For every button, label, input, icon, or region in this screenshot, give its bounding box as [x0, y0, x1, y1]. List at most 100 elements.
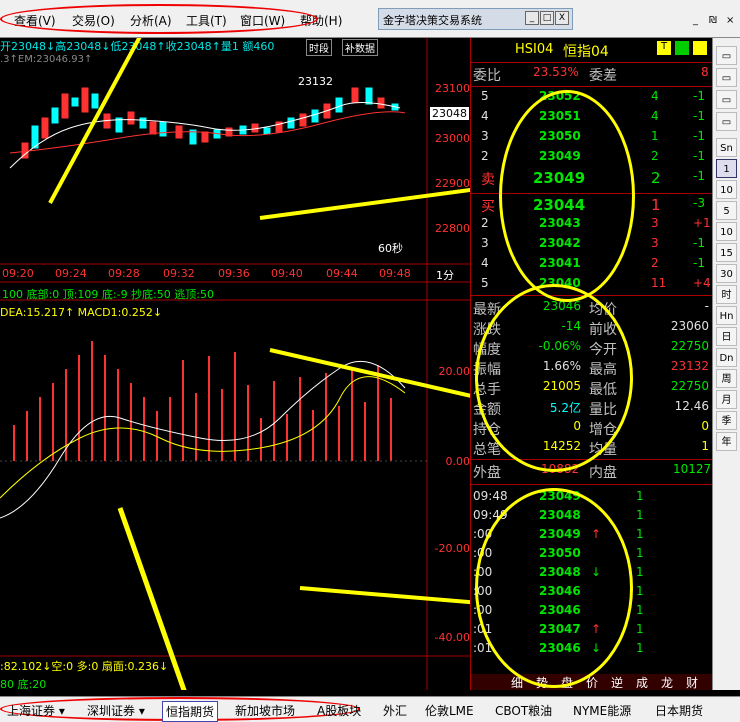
window-title-bar: 金字塔决策交易系统 _ □ X [378, 8, 573, 30]
updown-icon[interactable] [693, 41, 707, 55]
market-tab[interactable]: 伦敦LME [422, 701, 477, 720]
candle [61, 93, 69, 119]
stat-value: 1 [701, 439, 709, 453]
period-button[interactable]: 日 [716, 327, 737, 346]
order-change: +4 [693, 276, 711, 290]
candle [335, 97, 343, 113]
last-price-tag: 23048 [430, 107, 469, 120]
detail-tab[interactable]: 龙 [661, 674, 673, 691]
maximize-button[interactable]: □ [540, 11, 554, 25]
candle [299, 113, 307, 127]
market-tab[interactable]: 恒指期货 [162, 701, 219, 722]
period-button[interactable]: 季 [716, 411, 737, 430]
candle [263, 127, 271, 135]
stat-value: 22750 [670, 379, 709, 393]
market-tab[interactable]: 外汇 [380, 701, 410, 720]
market-tab[interactable]: 深圳证券 ▾ [84, 701, 148, 720]
time-tick: 09:40 [271, 267, 303, 280]
dea-line [0, 376, 406, 499]
detail-tab[interactable]: 财 [686, 674, 698, 691]
detail-tab[interactable]: 逆 [611, 674, 623, 691]
period-button[interactable]: 30 [716, 264, 737, 283]
candle [365, 87, 373, 105]
period-button[interactable]: 15 [716, 243, 737, 262]
symbol-code: HSI04 [515, 42, 554, 57]
order-level: 4 [481, 256, 489, 270]
candle [71, 97, 79, 107]
price-tick: 23000 [435, 132, 470, 145]
tick-volume: 1 [636, 584, 644, 598]
macd-tick: -20.00 [434, 542, 470, 555]
tick-volume: 1 [636, 489, 644, 503]
period-button[interactable]: 周 [716, 369, 737, 388]
chart-icon[interactable]: ▭ [716, 46, 737, 65]
period-box[interactable]: 1分 [436, 267, 454, 283]
chart-icon[interactable]: ▭ [716, 112, 737, 131]
order-level: 5 [481, 89, 489, 103]
window-title: 金字塔决策交易系统 [383, 14, 482, 27]
market-tab[interactable]: NYME能源 [570, 701, 634, 720]
chart-icon[interactable]: ▭ [716, 90, 737, 109]
main-restore-button[interactable]: ₪ [709, 15, 717, 26]
candle [251, 123, 259, 133]
order-volume: 11 [651, 276, 667, 290]
close-button[interactable]: X [555, 11, 569, 25]
order-volume: 3 [651, 236, 659, 250]
market-tab[interactable]: 日本期货 [652, 701, 706, 720]
tick-volume: 1 [636, 508, 644, 522]
lightning-icon[interactable] [675, 41, 689, 55]
tick-volume: 1 [636, 546, 644, 560]
weicha-label: 委差 [589, 68, 617, 84]
market-tab[interactable]: CBOT粮油 [492, 701, 555, 720]
market-tab[interactable]: 新加坡市场 [232, 701, 298, 720]
candle [91, 93, 99, 109]
macd-tick: 0.00 [445, 455, 471, 468]
weibi-label: 委比 [473, 68, 501, 84]
market-tab[interactable]: 上海证券 ▾ [4, 701, 68, 720]
period-button[interactable]: 5 [716, 201, 737, 220]
order-level: 买 [481, 199, 495, 215]
market-tab[interactable]: A股板块 [314, 701, 364, 720]
order-level: 2 [481, 216, 489, 230]
stat-value: 12.46 [674, 399, 709, 413]
order-volume: 2 [651, 149, 659, 163]
time-tick: 09:44 [326, 267, 358, 280]
main-close-button[interactable]: × [726, 15, 734, 26]
period-button[interactable]: Hn [716, 306, 737, 325]
order-change: -1 [693, 169, 705, 183]
time-tick: 09:28 [108, 267, 140, 280]
order-change: -1 [693, 89, 705, 103]
candle [127, 111, 135, 125]
chart-icon[interactable]: ▭ [716, 68, 737, 87]
peak-label: 23132 [298, 75, 333, 88]
order-change: -1 [693, 236, 705, 250]
symbol-name: 恒指04 [563, 44, 609, 60]
t-icon[interactable]: T [657, 41, 671, 55]
time-tick: 09:48 [379, 267, 411, 280]
highlight-ellipse [0, 4, 318, 34]
candle [139, 117, 147, 129]
order-level: 4 [481, 109, 489, 123]
order-change: -1 [693, 149, 705, 163]
period-button[interactable]: 时 [716, 285, 737, 304]
period-button[interactable]: 10 [716, 180, 737, 199]
candle [149, 121, 157, 135]
period-button[interactable]: 1 [716, 159, 737, 178]
tick-volume: 1 [636, 565, 644, 579]
time-tick: 09:20 [2, 267, 34, 280]
neipan-label: 内盘 [589, 465, 617, 481]
period-button[interactable]: 月 [716, 390, 737, 409]
period-button[interactable]: Sn [716, 138, 737, 157]
menu-bar: 查看(V) 交易(O) 分析(A) 工具(T) 窗口(W) 帮助(H) 金字塔决… [0, 0, 740, 38]
order-volume: 1 [651, 129, 659, 143]
order-change: -1 [693, 109, 705, 123]
order-volume: 3 [651, 216, 659, 230]
macd-tick: 20.00 [438, 365, 471, 378]
minimize-button[interactable]: _ [525, 11, 539, 25]
main-minimize-button[interactable]: _ [693, 15, 698, 26]
tick-volume: 1 [636, 622, 644, 636]
period-button[interactable]: Dn [716, 348, 737, 367]
period-button[interactable]: 10 [716, 222, 737, 241]
detail-tab[interactable]: 成 [636, 674, 648, 691]
period-button[interactable]: 年 [716, 432, 737, 451]
